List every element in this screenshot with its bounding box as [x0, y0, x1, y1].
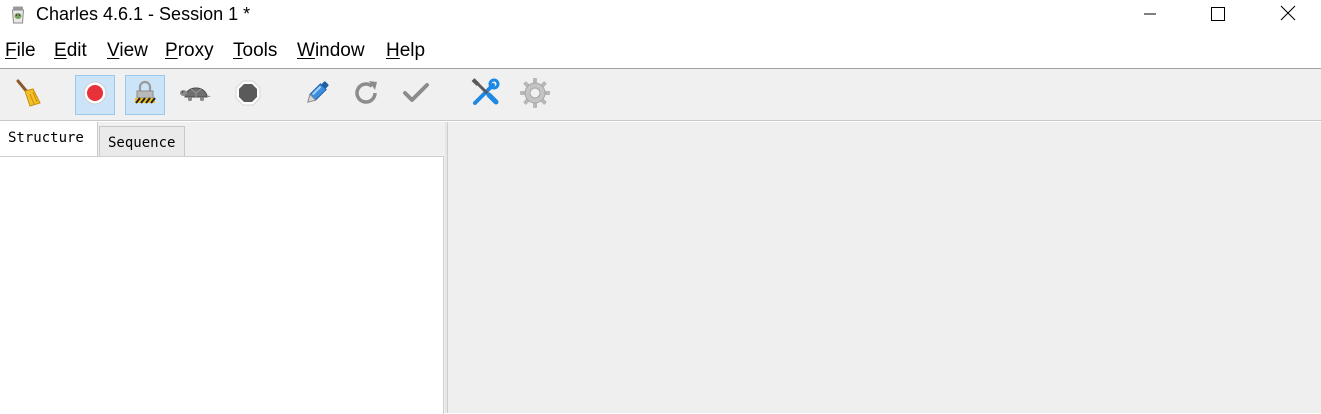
compose-button[interactable]: [297, 75, 337, 115]
repeat-icon: [351, 78, 381, 112]
menu-window-mnemonic: W: [297, 40, 315, 61]
menu-bar: File Edit View Proxy Tools Window Help: [0, 30, 1321, 68]
validate-check-icon: [401, 78, 431, 112]
menu-window[interactable]: Window: [297, 40, 365, 62]
title-bar: Charles 4.6.1 - Session 1 *: [0, 0, 1321, 30]
menu-proxy[interactable]: Proxy: [165, 40, 214, 62]
menu-view-label: iew: [119, 40, 148, 61]
breakpoints-hexagon-icon: [234, 79, 262, 111]
window-title: Charles 4.6.1 - Session 1 *: [36, 4, 251, 24]
clear-session-button[interactable]: [8, 75, 48, 115]
tools-icon: [469, 77, 501, 113]
tab-structure-label: Structure: [8, 130, 84, 146]
left-pane: Structure Sequence: [0, 122, 445, 414]
menu-help-label: elp: [399, 40, 426, 61]
record-button[interactable]: [75, 75, 115, 115]
throttle-button[interactable]: [176, 75, 216, 115]
menu-view-mnemonic: V: [107, 40, 120, 61]
maximize-icon: [1211, 6, 1225, 25]
maximize-button[interactable]: [1195, 0, 1241, 30]
menu-edit-label: dit: [66, 40, 87, 61]
toolbar: [0, 69, 1321, 121]
minimize-button[interactable]: [1127, 0, 1173, 30]
menu-window-label: indow: [314, 40, 365, 61]
tools-button[interactable]: [465, 75, 505, 115]
menu-tools[interactable]: Tools: [233, 40, 277, 62]
record-icon: [82, 80, 108, 110]
ssl-proxying-button[interactable]: [125, 75, 165, 115]
menu-file[interactable]: File: [5, 40, 36, 62]
breakpoints-button[interactable]: [228, 75, 268, 115]
menu-file-label: ile: [16, 40, 36, 61]
menu-tools-label: ools: [242, 40, 278, 61]
tab-sequence-label: Sequence: [108, 135, 176, 151]
close-icon: [1280, 5, 1296, 25]
detail-pane: [448, 122, 1321, 413]
tab-sequence[interactable]: Sequence: [99, 126, 185, 156]
throttle-turtle-icon: [179, 79, 213, 111]
broom-icon: [12, 77, 44, 113]
menu-proxy-label: roxy: [177, 40, 214, 61]
menu-help[interactable]: Help: [386, 40, 425, 62]
compose-pen-icon: [302, 78, 332, 112]
settings-gear-icon: [519, 77, 551, 113]
menu-edit[interactable]: Edit: [54, 40, 87, 62]
menu-file-mnemonic: F: [5, 40, 17, 61]
close-button[interactable]: [1265, 0, 1311, 30]
charles-jar-icon[interactable]: [10, 6, 26, 24]
validate-button[interactable]: [396, 75, 436, 115]
menu-tools-mnemonic: T: [233, 40, 243, 61]
structure-tree[interactable]: [0, 156, 444, 414]
menu-edit-mnemonic: E: [54, 40, 67, 61]
repeat-button[interactable]: [346, 75, 386, 115]
menu-view[interactable]: View: [107, 40, 148, 62]
tab-structure[interactable]: Structure: [0, 122, 98, 157]
menu-help-mnemonic: H: [386, 40, 400, 61]
settings-button[interactable]: [515, 75, 555, 115]
menu-proxy-mnemonic: P: [165, 40, 178, 61]
ssl-proxying-icon: [131, 79, 159, 111]
minimize-icon: [1143, 6, 1157, 25]
